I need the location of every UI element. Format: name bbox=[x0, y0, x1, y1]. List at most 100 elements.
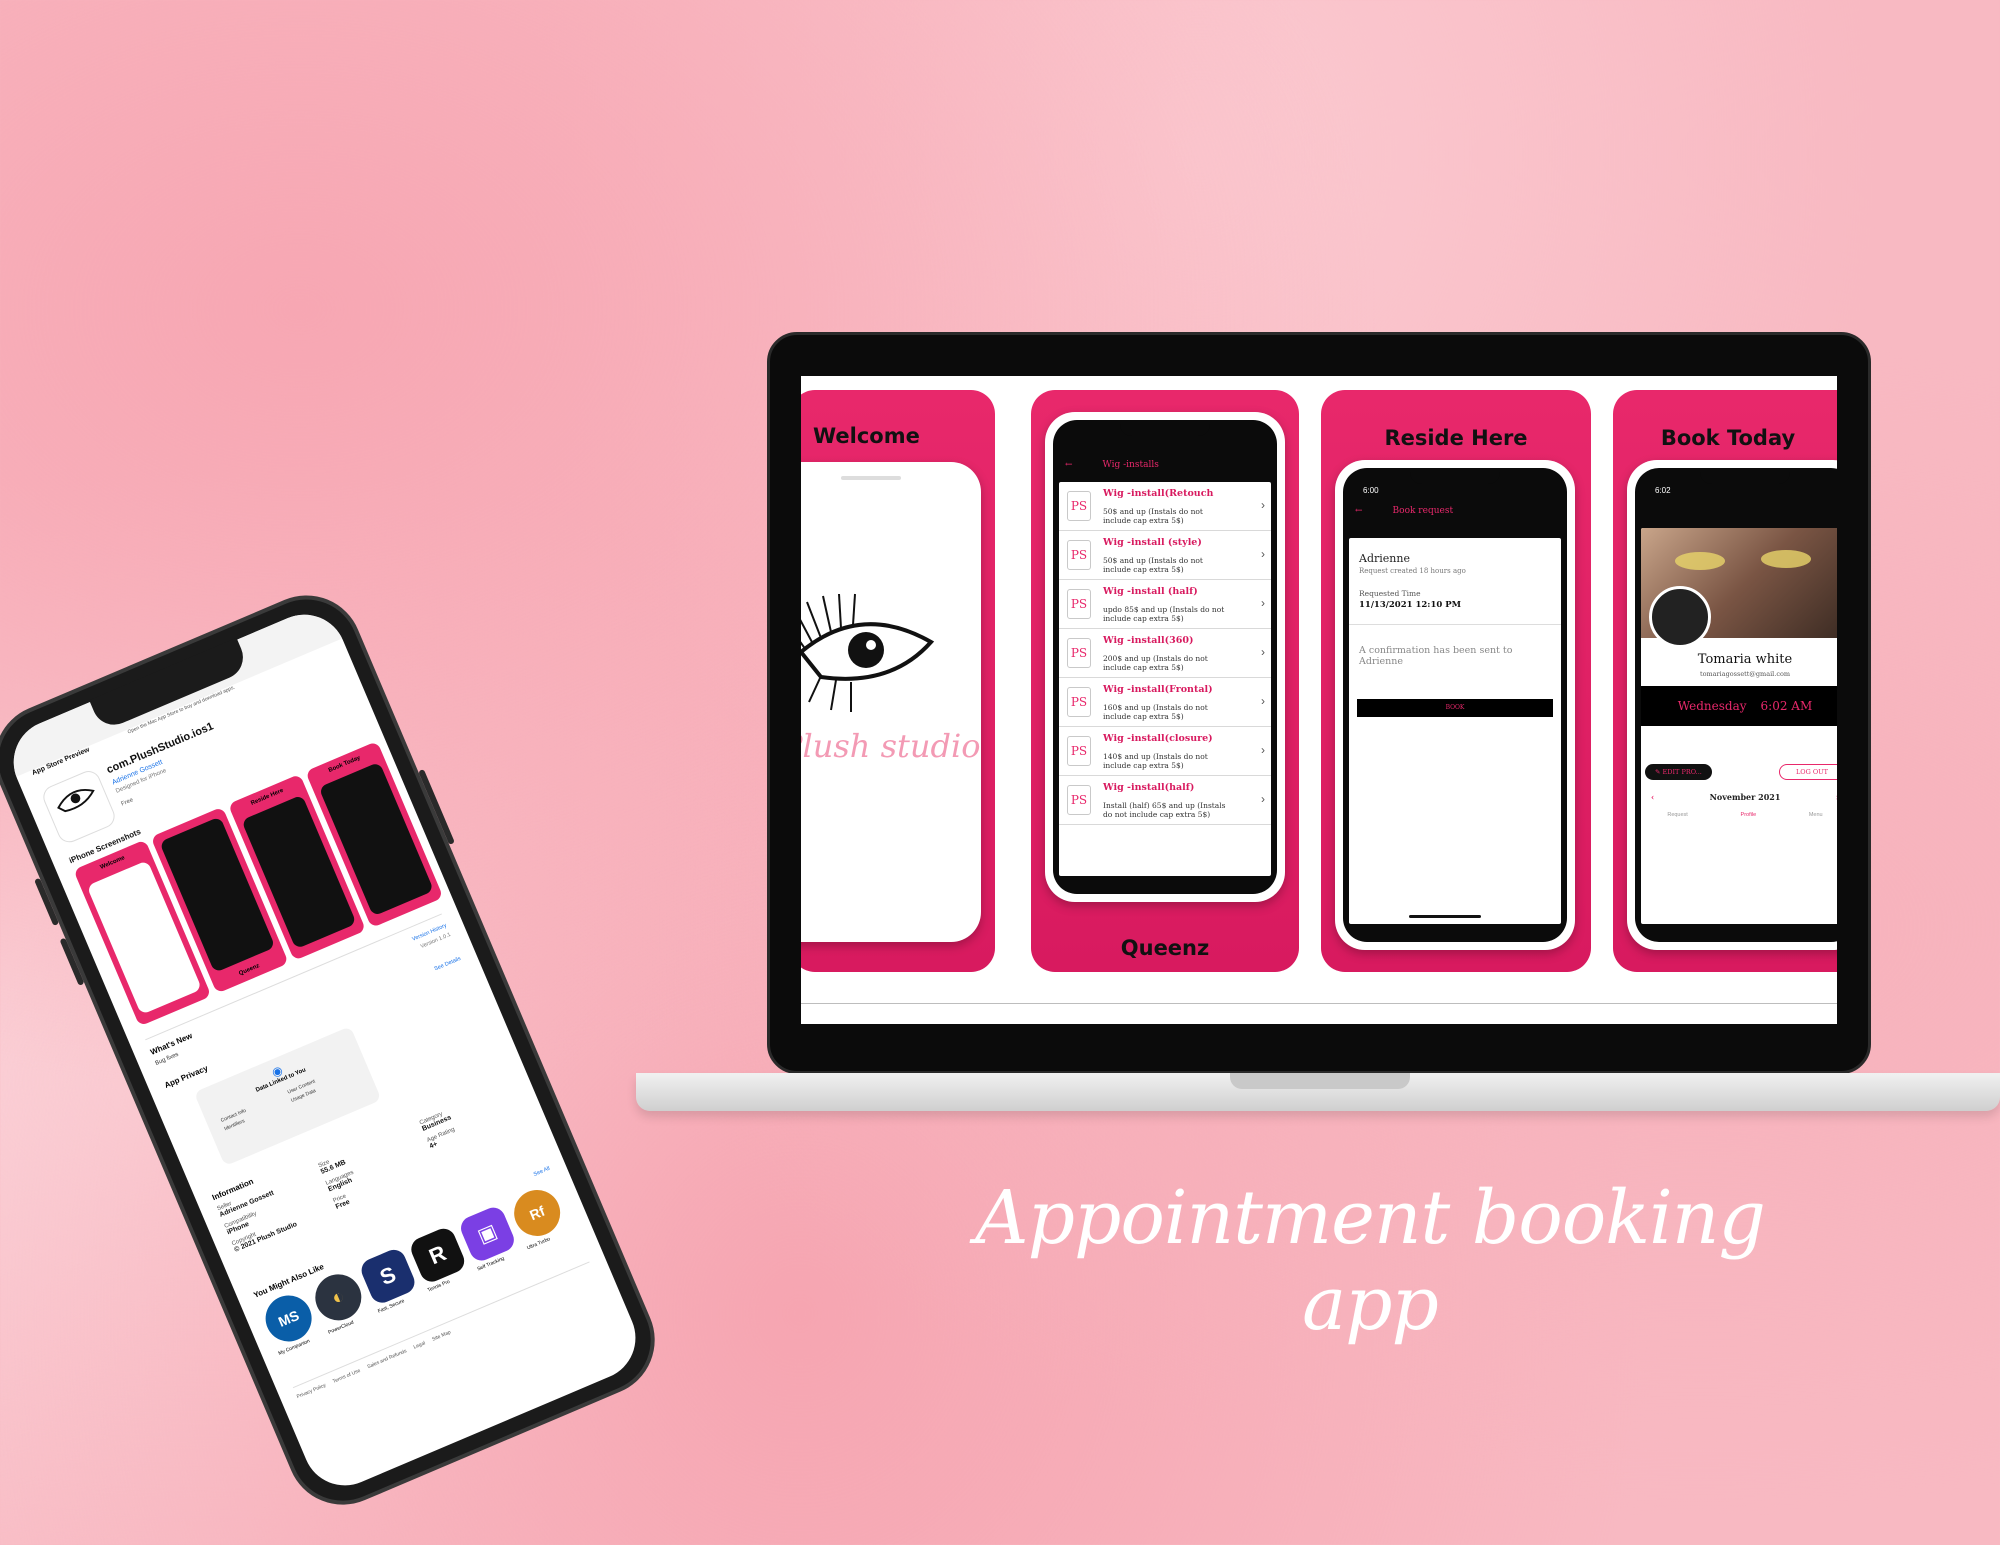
eyeshadow-shape bbox=[1761, 550, 1811, 568]
screenshot-panel-welcome: Welcome Plush studio bbox=[801, 390, 995, 972]
profile-actions: ✎ EDIT PRO... LOG OUT bbox=[1641, 764, 1837, 780]
see-all-link[interactable]: See All bbox=[533, 1166, 551, 1178]
phone-mockup: App Store Preview Open the Mac App Store… bbox=[0, 530, 768, 1545]
app-bar-title: Wig -installs bbox=[1102, 460, 1159, 470]
phone-screen: App Store Preview Open the Mac App Store… bbox=[0, 601, 649, 1499]
booking-card: Adrienne Request created 18 hours ago Re… bbox=[1349, 538, 1561, 924]
profile-email: tomariagossett@gmail.com bbox=[1699, 670, 1791, 678]
chevron-right-icon: › bbox=[1261, 743, 1265, 757]
wig-list: PS Wig -install(Retouch 50$ and up (Insta… bbox=[1059, 482, 1271, 876]
created-time: Request created 18 hours ago bbox=[1359, 567, 1466, 575]
chevron-right-icon: › bbox=[1261, 498, 1265, 512]
calendar-header: ‹ November 2021 › bbox=[1641, 780, 1837, 802]
item-desc: updo 85$ and up (Instals do not include … bbox=[1103, 604, 1225, 623]
ps-logo-icon: PS bbox=[1067, 736, 1091, 766]
item-title: Wig -install(half) bbox=[1103, 781, 1195, 793]
ps-logo-icon: PS bbox=[1067, 540, 1091, 570]
notch bbox=[1410, 468, 1500, 484]
logo-text: Plush studio bbox=[801, 727, 981, 765]
chevron-right-icon: › bbox=[1261, 694, 1265, 708]
panel-title: Welcome bbox=[813, 424, 920, 448]
back-arrow-icon[interactable]: ← bbox=[1355, 506, 1363, 516]
related-app[interactable]: ▣ Self Tracking bbox=[457, 1203, 521, 1272]
item-title: Wig -install(closure) bbox=[1103, 732, 1213, 744]
footer-link[interactable]: Legal bbox=[413, 1340, 427, 1350]
nav-request[interactable]: Request bbox=[1667, 812, 1688, 818]
notch bbox=[1120, 420, 1210, 436]
nav-menu[interactable]: Menu bbox=[1809, 812, 1823, 818]
day-label: Wednesday bbox=[1677, 699, 1747, 713]
chevron-right-icon: › bbox=[1261, 792, 1265, 806]
ps-logo-icon: PS bbox=[1067, 491, 1091, 521]
eye-logo-icon bbox=[801, 593, 935, 712]
requested-label: Requested Time bbox=[1359, 589, 1421, 598]
profile-phone: 6:02 Tomaria white tomariagossett@gmail.… bbox=[1627, 460, 1837, 950]
month-label: November 2021 bbox=[1709, 792, 1781, 802]
item-title: Wig -install(Retouch bbox=[1103, 487, 1214, 499]
screenshot-panel-book-today: Book Today 6:02 Tomaria white tomariagos… bbox=[1613, 390, 1837, 972]
screenshot-panel-queenz: ← Wig -installs PS Wig -install(Retouch 5… bbox=[1031, 390, 1299, 972]
clock-bar: Wednesday 6:02 AM bbox=[1641, 686, 1837, 726]
book-button[interactable]: BOOK bbox=[1357, 699, 1553, 717]
list-item[interactable]: PS Wig -install (style) 50$ and up (Insta… bbox=[1059, 531, 1271, 580]
logout-button[interactable]: LOG OUT bbox=[1778, 764, 1837, 780]
speaker bbox=[841, 476, 901, 480]
bottom-nav: Request Profile Menu bbox=[1641, 802, 1837, 818]
cover-photo bbox=[1641, 528, 1837, 648]
item-desc: Install (half) 65$ and up (Instals do no… bbox=[1103, 800, 1226, 819]
related-app[interactable]: R Tennis Pro bbox=[407, 1224, 472, 1294]
list-item[interactable]: PS Wig -install(closure) 140$ and up (Ins… bbox=[1059, 727, 1271, 776]
footer-link[interactable]: Sales and Refunds bbox=[366, 1348, 407, 1370]
item-title: Wig -install(360) bbox=[1103, 634, 1194, 646]
privacy-card: ◉ Data Linked to You Contact Info User C… bbox=[193, 1026, 382, 1167]
list-item[interactable]: PS Wig -install(Frontal) 160$ and up (Ins… bbox=[1059, 678, 1271, 727]
welcome-phone: Plush studio bbox=[801, 462, 981, 942]
ps-logo-icon: PS bbox=[1067, 638, 1091, 668]
item-title: Wig -install (half) bbox=[1103, 585, 1198, 597]
list-item[interactable]: PS Wig -install (half) updo 85$ and up (I… bbox=[1059, 580, 1271, 629]
edit-profile-button[interactable]: ✎ EDIT PRO... bbox=[1645, 764, 1712, 780]
chevron-right-icon: › bbox=[1261, 645, 1265, 659]
eye-logo-icon bbox=[57, 789, 95, 813]
item-desc: 50$ and up (Instals do not include cap e… bbox=[1103, 506, 1203, 525]
price-label: Free bbox=[120, 797, 135, 808]
ps-logo-icon: PS bbox=[1067, 687, 1091, 717]
clock-label: 6:02 AM bbox=[1760, 699, 1813, 713]
app-bar: ← Book request bbox=[1343, 496, 1567, 526]
item-desc: 140$ and up (Instals do not include cap … bbox=[1103, 751, 1208, 770]
privacy-details-link[interactable]: See Details bbox=[434, 956, 462, 973]
item-desc: 200$ and up (Instals do not include cap … bbox=[1103, 653, 1208, 672]
avatar[interactable] bbox=[1649, 586, 1711, 648]
back-arrow-icon[interactable]: ← bbox=[1065, 460, 1073, 470]
related-app[interactable]: ◐ PowerCloud bbox=[308, 1267, 372, 1336]
related-app[interactable]: Rf Ultra Turbo bbox=[506, 1182, 571, 1251]
list-item[interactable]: PS Wig -install(360) 200$ and up (Instals… bbox=[1059, 629, 1271, 678]
related-app[interactable]: S Fast, Secure bbox=[357, 1246, 422, 1315]
footer-link[interactable]: Site Map bbox=[431, 1329, 452, 1342]
app-icon bbox=[39, 767, 119, 847]
client-name: Adrienne bbox=[1359, 552, 1410, 565]
app-bar-title: Book request bbox=[1392, 506, 1454, 516]
prev-month-icon[interactable]: ‹ bbox=[1651, 792, 1654, 802]
item-title: Wig -install(Frontal) bbox=[1103, 683, 1213, 695]
ps-logo-icon: PS bbox=[1067, 785, 1091, 815]
chevron-right-icon: › bbox=[1261, 547, 1265, 561]
list-item[interactable]: PS Wig -install(half) Install (half) 65$ … bbox=[1059, 776, 1271, 825]
notch bbox=[1700, 468, 1790, 484]
caption: Appointment booking app bbox=[975, 1175, 1766, 1347]
item-desc: 160$ and up (Instals do not include cap … bbox=[1103, 702, 1208, 721]
related-app[interactable]: MS My Companion bbox=[258, 1288, 322, 1357]
next-month-icon[interactable]: › bbox=[1836, 792, 1837, 802]
home-indicator bbox=[1409, 915, 1481, 918]
list-item[interactable]: PS Wig -install(Retouch 50$ and up (Insta… bbox=[1059, 482, 1271, 531]
item-desc: 50$ and up (Instals do not include cap e… bbox=[1103, 555, 1203, 574]
panel-title: Reside Here bbox=[1384, 426, 1528, 450]
requested-value: 11/13/2021 12:10 PM bbox=[1349, 598, 1561, 625]
confirmation-text: A confirmation has been sent to Adrienne bbox=[1359, 645, 1513, 667]
footer-link[interactable]: Privacy Policy bbox=[296, 1382, 327, 1400]
item-title: Wig -install (style) bbox=[1103, 536, 1202, 548]
eyeshadow-shape bbox=[1675, 552, 1725, 570]
app-privacy-heading: App Privacy bbox=[163, 1063, 210, 1090]
footer-link[interactable]: Terms of Use bbox=[332, 1368, 361, 1385]
nav-profile[interactable]: Profile bbox=[1741, 812, 1757, 818]
